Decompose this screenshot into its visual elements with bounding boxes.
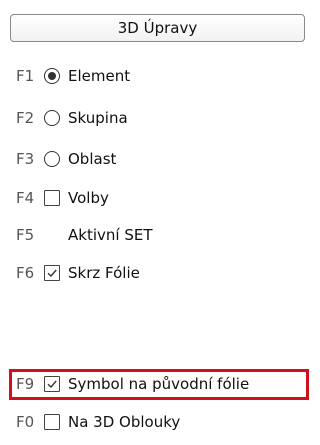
shortcut-key-label: F4 bbox=[16, 189, 35, 207]
option-row-skupina[interactable]: F2 Skupina bbox=[16, 105, 128, 131]
shortcut-key-label: F0 bbox=[16, 413, 35, 431]
option-row-oblast[interactable]: F3 Oblast bbox=[16, 146, 116, 172]
option-row-na-3d-oblouky[interactable]: F0 Na 3D Oblouky bbox=[16, 409, 180, 435]
option-row-volby[interactable]: F4 Volby bbox=[16, 185, 109, 211]
symbol-na-puvodni-folie-label: Symbol na původní fólie bbox=[68, 375, 250, 393]
no-control-spacer bbox=[44, 227, 60, 243]
shortcut-key-label: F9 bbox=[16, 375, 35, 393]
symbol-na-puvodni-folie-checkbox[interactable] bbox=[44, 376, 60, 392]
shortcut-key-label: F2 bbox=[16, 109, 35, 127]
skupina-label: Skupina bbox=[68, 109, 128, 127]
element-radio[interactable] bbox=[44, 68, 60, 84]
shortcut-key-label: F1 bbox=[16, 67, 35, 85]
option-row-aktivni-set[interactable]: F5 Aktivní SET bbox=[16, 222, 152, 248]
oblast-radio[interactable] bbox=[44, 151, 60, 167]
radio-selected-dot bbox=[48, 72, 56, 80]
checkmark-icon bbox=[47, 269, 57, 278]
skrz-folie-label: Skrz Fólie bbox=[68, 264, 140, 282]
option-row-symbol-na-puvodni-folie[interactable]: F9 Symbol na původní fólie bbox=[16, 371, 249, 397]
panel-title-label: 3D Úpravy bbox=[117, 19, 198, 37]
aktivni-set-label: Aktivní SET bbox=[68, 226, 153, 244]
checkmark-icon bbox=[47, 380, 57, 389]
panel-title-button[interactable]: 3D Úpravy bbox=[10, 14, 305, 42]
volby-label: Volby bbox=[68, 189, 109, 207]
na-3d-oblouky-label: Na 3D Oblouky bbox=[68, 413, 181, 431]
element-label: Element bbox=[68, 67, 131, 85]
skrz-folie-checkbox[interactable] bbox=[44, 265, 60, 281]
shortcut-key-label: F6 bbox=[16, 264, 35, 282]
option-row-skrz-folie[interactable]: F6 Skrz Fólie bbox=[16, 260, 140, 286]
option-row-element[interactable]: F1 Element bbox=[16, 63, 130, 89]
na-3d-oblouky-checkbox[interactable] bbox=[44, 414, 60, 430]
edit-3d-panel: 3D Úpravy F1 Element F2 Skupina F3 Oblas… bbox=[0, 0, 317, 445]
shortcut-key-label: F3 bbox=[16, 150, 35, 168]
shortcut-key-label: F5 bbox=[16, 226, 35, 244]
volby-checkbox[interactable] bbox=[44, 190, 60, 206]
skupina-radio[interactable] bbox=[44, 110, 60, 126]
oblast-label: Oblast bbox=[68, 150, 117, 168]
